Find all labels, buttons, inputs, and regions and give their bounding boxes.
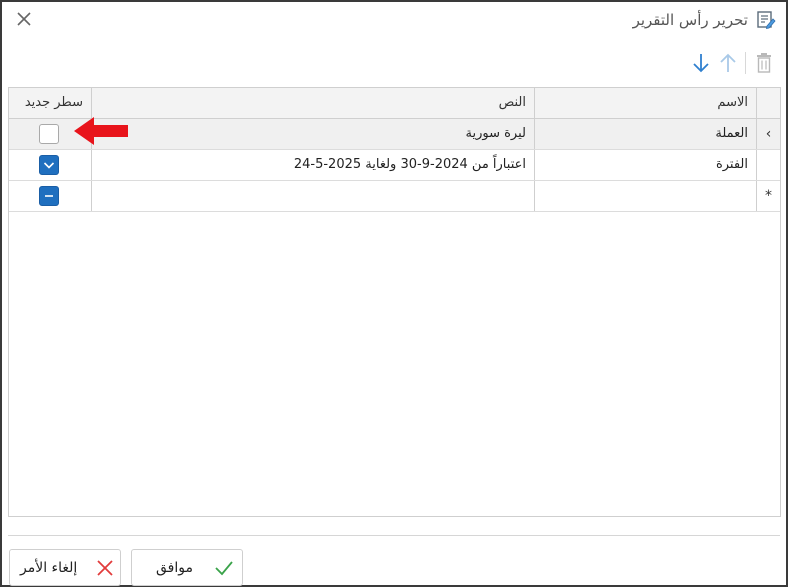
footer-divider bbox=[8, 535, 780, 536]
arrow-down-icon[interactable] bbox=[691, 52, 711, 74]
name-cell[interactable] bbox=[534, 181, 756, 211]
close-icon[interactable] bbox=[15, 10, 33, 28]
text-cell[interactable]: ليرة سورية bbox=[91, 119, 534, 149]
row-indicator bbox=[756, 150, 780, 180]
name-cell[interactable]: الفترة bbox=[534, 150, 756, 180]
new-line-checkbox[interactable] bbox=[39, 124, 59, 144]
toolbar-separator bbox=[745, 52, 746, 74]
x-icon bbox=[96, 559, 114, 577]
report-header-grid: الاسم النص سطر جديد › العملة ليرة سورية … bbox=[8, 87, 781, 517]
red-arrow-icon bbox=[72, 115, 130, 147]
current-row-indicator: › bbox=[756, 119, 780, 149]
new-line-cell bbox=[9, 181, 91, 211]
text-cell[interactable]: اعتباراً من 2024-9-30 ولغاية 2025-5-24 bbox=[91, 150, 534, 180]
name-cell[interactable]: العملة bbox=[534, 119, 756, 149]
dialog-title: تحرير رأس التقرير bbox=[632, 11, 748, 29]
column-header-text[interactable]: النص bbox=[91, 88, 534, 118]
new-row-indicator: * bbox=[756, 181, 780, 211]
chevron-icon: › bbox=[765, 126, 772, 142]
new-line-cell bbox=[9, 150, 91, 180]
table-row[interactable]: الفترة اعتباراً من 2024-9-30 ولغاية 2025… bbox=[9, 150, 780, 181]
minus-icon bbox=[45, 195, 53, 197]
check-icon bbox=[214, 559, 234, 577]
cancel-button-label: إلغاء الأمر bbox=[20, 560, 78, 576]
ok-button[interactable]: موافق bbox=[131, 549, 243, 586]
edit-report-icon bbox=[756, 10, 776, 30]
chevron-down-icon bbox=[43, 162, 55, 169]
asterisk-icon: * bbox=[765, 188, 772, 204]
edit-report-header-dialog: تحرير رأس التقرير الاسم النص سطر جديد › … bbox=[0, 0, 788, 587]
new-line-checkbox[interactable] bbox=[39, 186, 59, 206]
ok-button-label: موافق bbox=[156, 560, 193, 576]
arrow-up-icon[interactable] bbox=[718, 52, 738, 74]
row-indicator-header bbox=[756, 88, 780, 118]
column-header-new-line[interactable]: سطر جديد bbox=[9, 88, 91, 118]
trash-icon[interactable] bbox=[754, 52, 774, 74]
new-row[interactable]: * bbox=[9, 181, 780, 212]
text-cell[interactable] bbox=[91, 181, 534, 211]
new-line-checkbox[interactable] bbox=[39, 155, 59, 175]
cancel-button[interactable]: إلغاء الأمر bbox=[9, 549, 121, 586]
column-header-name[interactable]: الاسم bbox=[534, 88, 756, 118]
